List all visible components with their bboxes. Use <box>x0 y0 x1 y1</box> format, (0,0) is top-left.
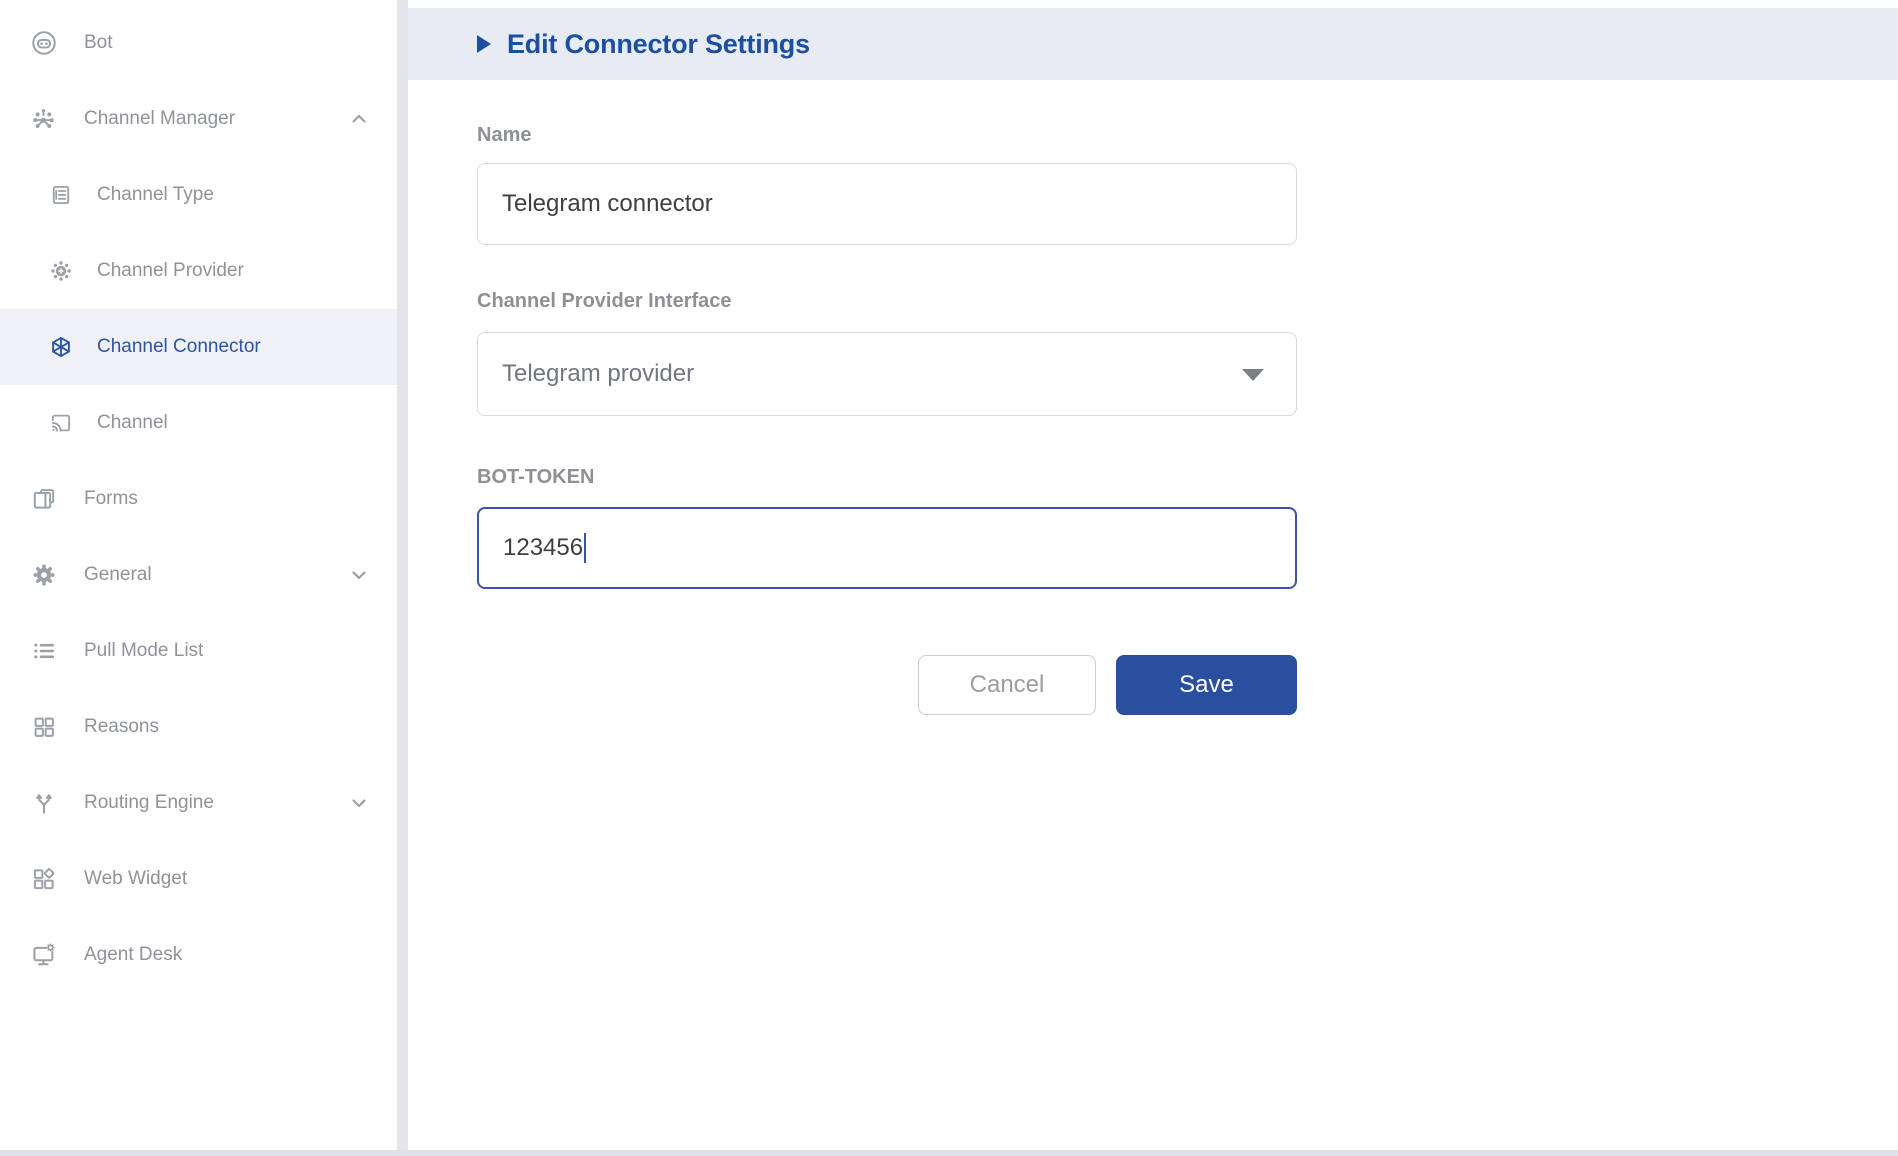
sidebar-item-channel-manager[interactable]: Channel Manager <box>0 81 397 157</box>
grid-icon <box>30 713 58 741</box>
sidebar-item-agent-desk[interactable]: Agent Desk <box>0 917 397 993</box>
name-input-value: Telegram connector <box>502 190 713 218</box>
channel-cast-icon <box>48 410 74 436</box>
sidebar-item-general[interactable]: General <box>0 537 397 613</box>
sidebar-item-channel-provider[interactable]: Channel Provider <box>0 233 397 309</box>
forms-icon <box>30 485 58 513</box>
channel-connector-icon <box>48 334 74 360</box>
sidebar-item-label: Channel Provider <box>97 260 244 282</box>
cancel-button[interactable]: Cancel <box>918 655 1096 715</box>
sidebar-item-label: Reasons <box>84 716 159 738</box>
dropdown-arrow-icon <box>1242 369 1264 381</box>
sidebar-item-label: Bot <box>84 32 113 54</box>
name-input[interactable]: Telegram connector <box>477 163 1297 245</box>
sidebar-item-web-widget[interactable]: Web Widget <box>0 841 397 917</box>
chevron-down-icon[interactable] <box>347 563 371 587</box>
provider-interface-select[interactable]: Telegram provider <box>477 332 1297 416</box>
name-label: Name <box>477 124 531 147</box>
sidebar-item-label: Web Widget <box>84 868 187 890</box>
save-button[interactable]: Save <box>1116 655 1297 715</box>
sidebar-item-channel[interactable]: Channel <box>0 385 397 461</box>
channel-provider-icon <box>48 258 74 284</box>
sidebar-item-pull-mode-list[interactable]: Pull Mode List <box>0 613 397 689</box>
widgets-icon <box>30 865 58 893</box>
chevron-down-icon[interactable] <box>347 791 371 815</box>
sidebar-item-forms[interactable]: Forms <box>0 461 397 537</box>
provider-interface-label: Channel Provider Interface <box>477 290 732 313</box>
triangle-right-icon <box>477 35 491 53</box>
bot-icon <box>30 29 58 57</box>
sidebar-scrollbar-track[interactable] <box>397 0 408 1156</box>
sidebar-item-label: Forms <box>84 488 138 510</box>
sidebar-item-label: Channel <box>97 412 168 434</box>
sidebar: Bot Channel Manager <box>0 0 397 1156</box>
sidebar-item-label: Channel Manager <box>84 108 235 130</box>
sidebar-item-bot[interactable]: Bot <box>0 5 397 81</box>
page-title: Edit Connector Settings <box>507 29 810 60</box>
sidebar-item-label: Channel Type <box>97 184 214 206</box>
provider-interface-value: Telegram provider <box>502 360 694 388</box>
bot-token-label: BOT-TOKEN <box>477 466 594 489</box>
channel-manager-icon <box>30 105 58 133</box>
sidebar-item-label: General <box>84 564 152 586</box>
text-caret <box>584 533 586 563</box>
main-content: Edit Connector Settings Name Telegram co… <box>408 0 1898 1156</box>
bot-token-input[interactable]: 123456 <box>477 507 1297 589</box>
gear-icon <box>30 561 58 589</box>
sidebar-item-reasons[interactable]: Reasons <box>0 689 397 765</box>
list-icon <box>30 637 58 665</box>
chevron-up-icon[interactable] <box>347 107 371 131</box>
sidebar-item-label: Agent Desk <box>84 944 182 966</box>
sidebar-item-channel-type[interactable]: Channel Type <box>0 157 397 233</box>
channel-type-icon <box>48 182 74 208</box>
page-header: Edit Connector Settings <box>408 8 1898 80</box>
agent-desk-icon <box>30 941 58 969</box>
bottom-edge-bar <box>0 1150 1898 1156</box>
sidebar-item-label: Pull Mode List <box>84 640 203 662</box>
sidebar-item-label: Routing Engine <box>84 792 214 814</box>
sidebar-item-channel-connector[interactable]: Channel Connector <box>0 309 397 385</box>
sidebar-item-routing-engine[interactable]: Routing Engine <box>0 765 397 841</box>
bot-token-value: 123456 <box>503 534 583 562</box>
sidebar-item-label: Channel Connector <box>97 336 261 358</box>
route-split-icon <box>30 789 58 817</box>
